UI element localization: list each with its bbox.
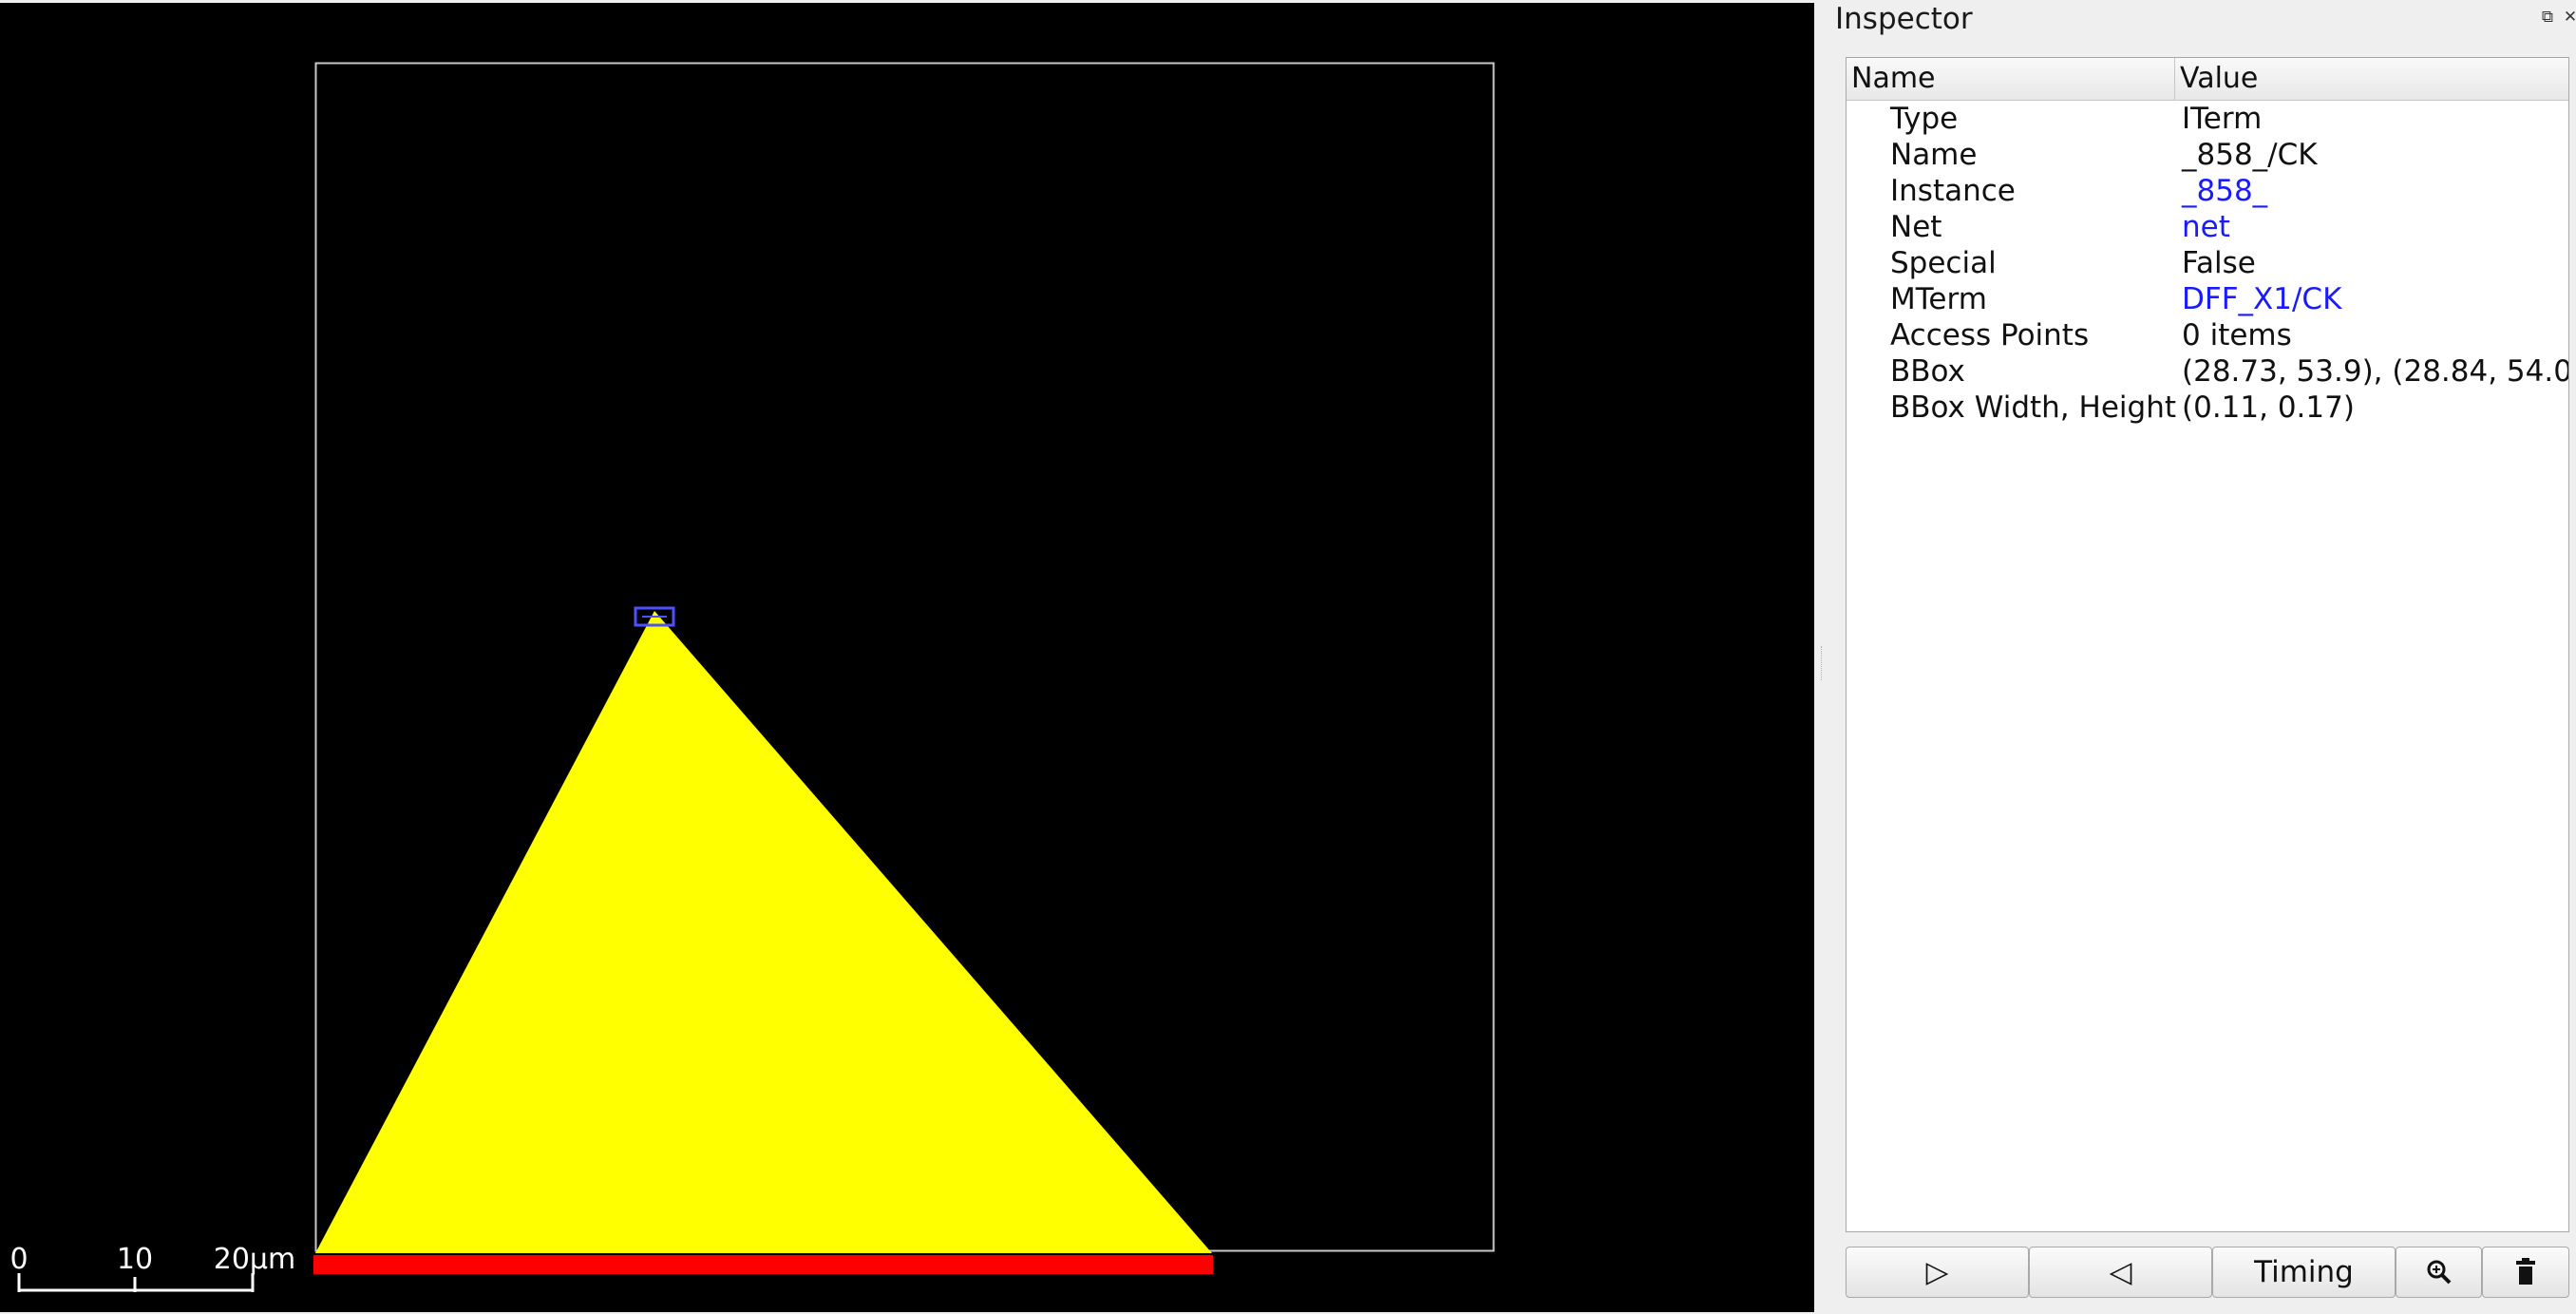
table-row[interactable]: BBox Width, Height (0.11, 0.17): [1847, 390, 2568, 426]
property-name: Access Points: [1890, 318, 2090, 352]
layout-view[interactable]: 0 10 20μm: [0, 3, 1814, 1312]
property-name: BBox Width, Height: [1890, 390, 2176, 425]
dock-splitter[interactable]: [1814, 0, 1829, 1314]
zoom-button[interactable]: [2396, 1247, 2482, 1298]
scale-bar: 0 10 20μm: [9, 1243, 295, 1292]
inspector-dock: Inspector ⧉ ✕ Name Value Type ITerm Name…: [1829, 0, 2576, 1314]
float-icon[interactable]: ⧉: [2538, 8, 2557, 27]
table-header: Name Value: [1847, 58, 2568, 101]
table-row[interactable]: Instance _858_: [1847, 173, 2568, 209]
power-rail: [313, 1255, 1213, 1274]
close-icon[interactable]: ✕: [2561, 8, 2576, 27]
property-value: (28.73, 53.9), (28.84, 54.07): [2182, 354, 2569, 389]
previous-button[interactable]: ◁: [2029, 1247, 2212, 1298]
property-rows: Type ITerm Name _858_/CK Instance _858_ …: [1847, 101, 2568, 426]
inspector-title: Inspector: [1835, 2, 1973, 36]
property-name: Type: [1890, 102, 1959, 136]
property-name: Instance: [1890, 174, 2016, 208]
property-table[interactable]: Name Value Type ITerm Name _858_/CK Inst…: [1846, 57, 2569, 1232]
clock-net-fan: [315, 611, 1212, 1253]
property-value: ITerm: [2182, 102, 2263, 136]
property-name: Net: [1890, 210, 1942, 244]
property-value: 0 items: [2182, 318, 2292, 352]
scale-label-20um: 20μm: [214, 1243, 295, 1276]
table-row[interactable]: Type ITerm: [1847, 101, 2568, 137]
property-name: Special: [1890, 246, 1997, 280]
scale-label-10: 10: [117, 1243, 153, 1276]
property-name: MTerm: [1890, 282, 1987, 316]
instance-link[interactable]: _858_: [2182, 173, 2267, 209]
table-row[interactable]: Access Points 0 items: [1847, 317, 2568, 353]
property-name: BBox: [1890, 354, 1965, 389]
property-name: Name: [1890, 138, 1978, 172]
layout-canvas[interactable]: 0 10 20μm: [0, 3, 1814, 1312]
mterm-link[interactable]: DFF_X1/CK: [2182, 281, 2341, 317]
table-row[interactable]: MTerm DFF_X1/CK: [1847, 281, 2568, 317]
trash-icon: [2516, 1258, 2535, 1285]
splitter-grip: [1821, 646, 1824, 680]
next-button[interactable]: ▷: [1846, 1247, 2029, 1298]
table-row[interactable]: Name _858_/CK: [1847, 137, 2568, 173]
property-value: (0.11, 0.17): [2182, 390, 2355, 425]
table-row[interactable]: Special False: [1847, 245, 2568, 281]
inspector-button-bar: ▷ ◁ Timing: [1846, 1247, 2569, 1298]
column-header-value[interactable]: Value: [2175, 58, 2568, 100]
net-link[interactable]: net: [2182, 209, 2230, 245]
property-value: False: [2182, 246, 2256, 280]
timing-button[interactable]: Timing: [2212, 1247, 2396, 1298]
column-header-name[interactable]: Name: [1847, 58, 2175, 100]
property-value: _858_/CK: [2182, 138, 2318, 172]
table-row[interactable]: BBox (28.73, 53.9), (28.84, 54.07): [1847, 353, 2568, 390]
zoom-icon: [2427, 1260, 2451, 1285]
clear-button[interactable]: [2482, 1247, 2569, 1298]
table-row[interactable]: Net net: [1847, 209, 2568, 245]
scale-label-0: 0: [9, 1243, 28, 1276]
